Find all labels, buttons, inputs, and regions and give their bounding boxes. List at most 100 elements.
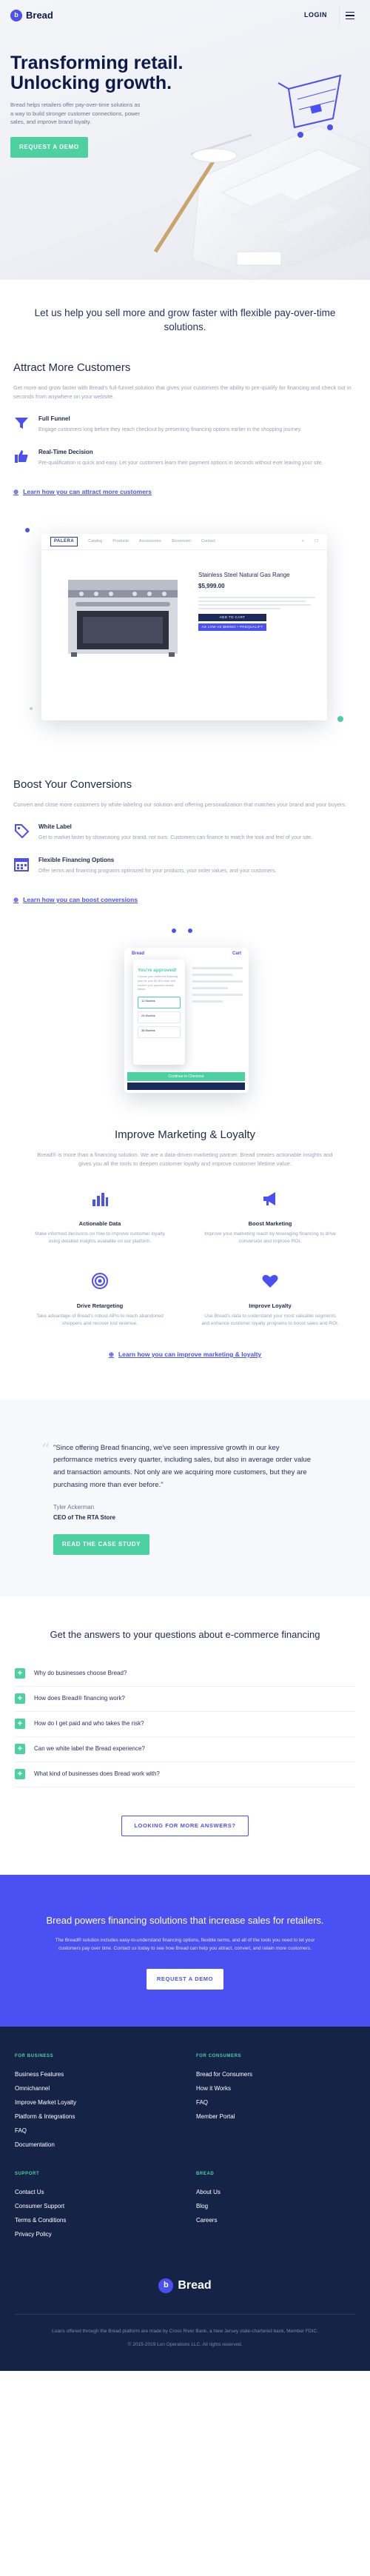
- marketing-item: Drive Retargeting Take advantage of Brea…: [30, 1271, 170, 1328]
- footer-link[interactable]: Documentation: [15, 2141, 174, 2150]
- footer-link[interactable]: Omnichannel: [15, 2084, 174, 2093]
- product-description-lines: [198, 596, 315, 609]
- feature-desc: Pre-qualification is quick and easy. Let…: [38, 461, 323, 466]
- footer-columns: FOR BUSINESS Business Features Omnichann…: [15, 2053, 355, 2261]
- faq-section: Get the answers to your questions about …: [0, 1596, 370, 1836]
- mock-brand: PALERA: [50, 536, 78, 546]
- footer-link[interactable]: Privacy Policy: [15, 2230, 174, 2239]
- request-demo-button[interactable]: REQUEST A DEMO: [10, 136, 88, 158]
- more-answers-button[interactable]: LOOKING FOR MORE ANSWERS?: [121, 1815, 249, 1836]
- hamburger-menu-icon[interactable]: [339, 5, 360, 26]
- boost-section: Boost Your Conversions Convert and close…: [0, 777, 370, 905]
- footer-link[interactable]: FAQ: [15, 2127, 174, 2135]
- marketing-item-desc: Improve your marketing reach by leveragi…: [204, 1231, 336, 1245]
- boost-learn-label: Learn how you can boost conversions: [23, 895, 138, 903]
- funnel-icon: [15, 418, 28, 429]
- hero-title-line2: Unlocking growth.: [10, 73, 172, 93]
- footer-logo[interactable]: b Bread: [15, 2277, 355, 2295]
- faq-list: + Why do businesses choose Bread? + How do…: [15, 1662, 355, 1787]
- feature-full-funnel: Full Funnel Engage customers long before…: [13, 415, 357, 435]
- footer-link[interactable]: Member Portal: [196, 2112, 355, 2121]
- footer-group-support: SUPPORT Contact Us Consumer Support Term…: [15, 2171, 174, 2244]
- hero: Transforming retail. Unlocking growth. B…: [0, 0, 370, 280]
- footer-link[interactable]: Contact Us: [15, 2188, 174, 2197]
- plus-icon: +: [15, 1693, 25, 1704]
- faq-item[interactable]: + How do I get paid and who takes the ris…: [15, 1712, 355, 1737]
- mock-nav-item: Catalog: [88, 539, 103, 544]
- bar-chart-icon: [92, 1193, 108, 1207]
- boost-learn-link[interactable]: ⊕ Learn how you can boost conversions: [13, 895, 357, 905]
- checkout-brand: Bread: [132, 951, 145, 957]
- footer-link[interactable]: Blog: [196, 2202, 355, 2211]
- footer-link[interactable]: FAQ: [196, 2098, 355, 2107]
- marketing-learn-label: Learn how you can improve marketing & lo…: [118, 1350, 262, 1358]
- testimonial-name: Tyler Ackerman: [53, 1504, 95, 1511]
- arrow-right-icon: ⊕: [13, 895, 19, 903]
- hero-title: Transforming retail. Unlocking growth.: [10, 53, 360, 93]
- plan-option[interactable]: 24 Months: [138, 1011, 181, 1024]
- marketing-item: Actionable Data Make informed decisions …: [30, 1189, 170, 1245]
- mock-nav-item: Products: [112, 539, 129, 544]
- attract-intro: Get more and grow faster with Bread's fu…: [13, 384, 352, 401]
- bread-prequalify-button[interactable]: AS LOW AS $99/MO • PREQUALIFY: [198, 623, 266, 631]
- faq-item[interactable]: + What kind of businesses does Bread work…: [15, 1762, 355, 1787]
- stove-image: [68, 579, 178, 657]
- cta-request-demo-button[interactable]: REQUEST A DEMO: [146, 1969, 224, 1990]
- continue-checkout-button[interactable]: Continue to Checkout: [127, 1071, 245, 1081]
- target-icon: [92, 1272, 108, 1289]
- feature-white-label: White Label Get to market faster by show…: [13, 823, 357, 843]
- footer-link[interactable]: How it Works: [196, 2084, 355, 2093]
- faq-item[interactable]: + Why do businesses choose Bread?: [15, 1662, 355, 1687]
- footer-link[interactable]: Terms & Conditions: [15, 2216, 174, 2225]
- product-price: $5,999.00: [198, 582, 225, 589]
- marketing-item: Boost Marketing Improve your marketing r…: [200, 1189, 340, 1245]
- plus-icon: +: [15, 1769, 25, 1780]
- approval-card: You're approved! Choose your preferred f…: [133, 959, 185, 1065]
- attract-section: Attract More Customers Get more and grow…: [0, 360, 370, 497]
- feature-title: Real-Time Decision: [38, 449, 93, 456]
- footer-link[interactable]: Business Features: [15, 2070, 174, 2079]
- mock-cart-icon: ☐: [314, 539, 318, 544]
- footer-group-consumers: FOR CONSUMERS Bread for Consumers How it…: [196, 2053, 355, 2155]
- feature-flexible-financing: Flexible Financing Options Offer terms a…: [13, 856, 357, 876]
- feature-title: White Label: [38, 823, 72, 831]
- footer-link[interactable]: Consumer Support: [15, 2202, 174, 2211]
- order-summary-lines: [192, 966, 243, 1003]
- login-link[interactable]: LOGIN: [292, 10, 339, 21]
- footer: FOR BUSINESS Business Features Omnichann…: [0, 2026, 370, 2371]
- marketing-learn-link[interactable]: ⊕ Learn how you can improve marketing & l…: [0, 1350, 370, 1359]
- footer-link[interactable]: About Us: [196, 2188, 355, 2197]
- checkout-footer-bar: [127, 1082, 245, 1090]
- footer-link[interactable]: Careers: [196, 2216, 355, 2225]
- plan-option[interactable]: 36 Months: [138, 1026, 181, 1039]
- hero-subtitle: Bread helps retailers offer pay-over-tim…: [10, 101, 141, 126]
- plan-option[interactable]: 12 Months: [138, 997, 181, 1009]
- add-to-cart-button[interactable]: ADD TO CART: [198, 613, 266, 621]
- checkout-cart: Cart: [232, 951, 241, 957]
- brand-logo[interactable]: b Bread: [10, 8, 53, 23]
- footer-divider: [15, 2313, 355, 2315]
- plus-icon: +: [15, 1744, 25, 1755]
- product-page-card: PALERA Catalog Products Accessories Show…: [41, 533, 327, 720]
- marketing-item-title: Improve Loyalty: [249, 1302, 292, 1309]
- footer-heading: FOR CONSUMERS: [196, 2053, 242, 2058]
- footer-heading: FOR BUSINESS: [15, 2053, 54, 2058]
- top-nav: b Bread LOGIN: [0, 0, 370, 31]
- attract-learn-link[interactable]: ⊕ Learn how you can attract more customer…: [13, 487, 357, 497]
- case-study-button[interactable]: READ THE CASE STUDY: [53, 1534, 150, 1556]
- faq-question: How does Bread® financing work?: [34, 1695, 125, 1702]
- faq-item[interactable]: + Can we white label the Bread experience…: [15, 1737, 355, 1762]
- footer-link[interactable]: Bread for Consumers: [196, 2070, 355, 2079]
- product-info: Stainless Steel Natural Gas Range $5,999…: [198, 571, 315, 631]
- mock-search-icon: ⌕: [301, 539, 305, 544]
- footer-link[interactable]: Platform & Integrations: [15, 2112, 174, 2121]
- marketing-item-desc: Take advantage of Bread's robust APIs to…: [36, 1313, 164, 1326]
- footer-brand: Bread: [178, 2278, 212, 2292]
- footer-disclosure: Loans offered through the Bread platform…: [52, 2328, 318, 2334]
- faq-item[interactable]: + How does Bread® financing work?: [15, 1687, 355, 1712]
- hero-title-line1: Transforming retail.: [10, 53, 184, 73]
- marketing-item-desc: Make informed decisions on how to improv…: [35, 1231, 165, 1245]
- marketing-item: Improve Loyalty Use Bread's data to unde…: [200, 1271, 340, 1328]
- boost-intro: Convert and close more customers by whit…: [13, 801, 347, 809]
- footer-link[interactable]: Improve Market Loyalty: [15, 2098, 174, 2107]
